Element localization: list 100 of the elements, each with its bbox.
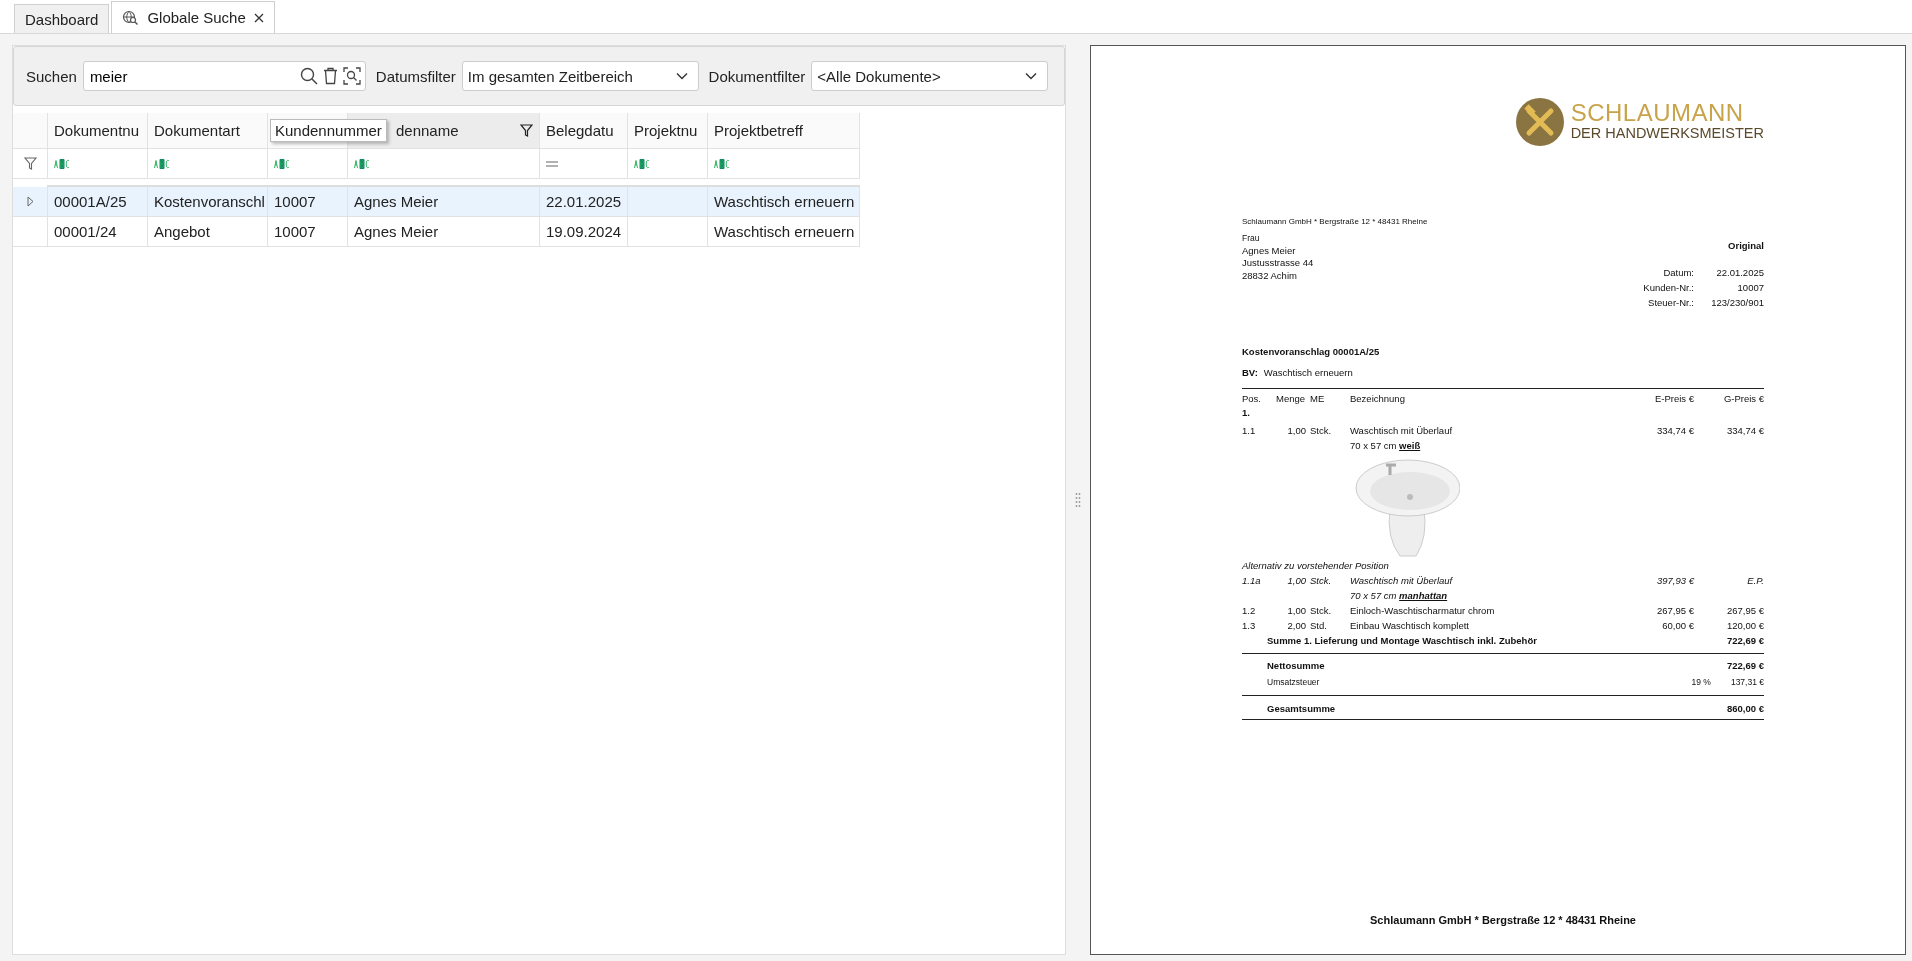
total-label: Nettosumme [1267,659,1326,673]
position-number: 1.2 [1242,604,1257,618]
document-filter-dropdown[interactable]: <Alle Dokumente> [811,61,1048,91]
total-price: 334,74 € [1726,424,1764,438]
column-heading: E-Preis € [1653,392,1694,406]
document-footer: Schlaumann GmbH * Bergstraße 12 * 48431 Rheine [1370,914,1636,926]
quantity: 1,00 [1286,424,1307,438]
filter-icon[interactable] [520,124,533,137]
subtotal-amount: 722,69 € [1727,634,1764,648]
close-icon[interactable] [253,12,264,23]
quantity: 1,00 [1286,604,1307,618]
scan-search-icon[interactable] [342,67,361,85]
tab[interactable]: Globale Suche [111,1,275,33]
column-heading: ME [1310,392,1326,406]
table-cell: Kostenvoranschl [154,193,265,210]
meta-label: Datum: [1663,266,1694,280]
meta-label: Steuer-Nr.: [1648,296,1694,310]
table-cell: 10007 [274,223,316,240]
meta-value: 123/230/901 [1710,296,1764,310]
quantity: 2,00 [1286,619,1307,633]
column-heading: Menge [1276,392,1307,406]
item-description: Einloch-Waschtischarmatur chrom [1350,604,1495,618]
text-filter-icon[interactable] [154,158,170,169]
total-price: 267,95 € [1726,604,1764,618]
total-amount: 137,31 € [1730,676,1764,689]
unit-price: 334,74 € [1656,424,1694,438]
table-cell: 10007 [274,193,316,210]
unit-price: 267,95 € [1656,604,1694,618]
table-cell: 22.01.2025 [546,193,622,210]
tax-rate: 19 % [1690,676,1711,689]
text-filter-icon[interactable] [714,158,730,169]
item-description: Waschtisch mit Überlauf [1350,574,1453,588]
item-description: 70 x 57 cm manhattan [1350,589,1448,603]
unit: Stck. [1310,604,1333,618]
tools-logo-icon [1514,97,1565,147]
total-price: 120,00 € [1726,619,1764,633]
grip-icon[interactable] [1075,493,1081,507]
text-filter-icon[interactable] [54,158,70,169]
text-filter-icon[interactable] [274,158,290,169]
total-amount: 860,00 € [1727,702,1764,716]
tab[interactable]: Dashboard [14,4,110,33]
globe-search-icon [122,10,140,25]
unit-price: 60,00 € [1661,619,1694,633]
table-cell: Waschtisch erneuern [714,193,855,210]
trash-icon[interactable] [322,67,338,85]
search-icon[interactable] [299,67,318,85]
subtotal-label: Summe 1. Lieferung und Montage Waschtisch inkl. Zubehör [1267,634,1537,648]
meta-label: Kunden-Nr.: [1643,281,1694,295]
row-indicator-icon [26,196,34,207]
quantity: 1,00 [1286,574,1307,588]
search-label: Suchen [26,67,77,85]
item-description: Waschtisch mit Überlauf [1350,424,1453,438]
table-cell: Angebot [154,223,210,240]
document-title: Kostenvoranschlag 00001A/25 [1242,346,1381,357]
text-filter-icon[interactable] [354,158,370,169]
date-filter-dropdown[interactable]: Im gesamten Zeitbereich [461,61,699,91]
address-line: Agnes Meier [1242,244,1297,257]
document-filter-label: Dokumentfilter [708,67,806,85]
search-field[interactable]: meier [82,61,366,91]
text-filter-icon[interactable] [634,158,650,169]
position-number: 1.3 [1242,619,1257,633]
total-price: E.P. [1746,574,1764,588]
total-amount: 722,69 € [1727,659,1764,673]
table-cell: Waschtisch erneuern [714,223,855,240]
total-label: Umsatzsteuer [1267,676,1321,689]
item-description: Einbau Waschtisch komplett [1350,619,1469,633]
column-heading: Pos. [1242,392,1262,406]
address-line: Frau [1242,232,1261,245]
address-line: Justusstrasse 44 [1242,257,1314,270]
column-heading: G-Preis € [1722,392,1764,406]
logo-subtitle: DER HANDWERKSMEISTER [1570,125,1764,143]
group-number: 1. [1242,406,1251,420]
bv-label: BV: [1242,367,1258,378]
unit: Stck. [1310,424,1333,438]
table-cell: 19.09.2024 [546,223,622,240]
logo-title: SCHLAUMANN [1570,101,1745,126]
unit: Stck. [1310,574,1333,588]
position-number: 1.1a [1242,574,1262,588]
unit: Std. [1310,619,1328,633]
chevron-down-icon [1025,72,1037,80]
position-number: 1.1 [1242,424,1257,438]
table-cell: Agnes Meier [354,193,439,210]
meta-value: 22.01.2025 [1715,266,1764,280]
date-filter-label: Datumsfilter [375,67,456,85]
meta-value: 10007 [1736,281,1764,295]
tooltip: Kundennummer [270,119,387,142]
bv-value: Waschtisch erneuern [1263,367,1353,378]
total-label: Gesamtsumme [1267,702,1337,716]
chevron-down-icon [675,72,688,80]
copy-label: Original [1728,240,1764,251]
column-heading: Bezeichnung [1350,392,1406,406]
sender-line: Schlaumann GmbH * Bergstraße 12 * 48431 Rheine [1242,217,1429,226]
table-cell: Agnes Meier [354,223,439,240]
alternative-note: Alternativ zu vorstehender Position [1242,559,1390,573]
address-line: 28832 Achim [1242,269,1298,282]
table-row[interactable]: 00001/24 Angebot 10007 Agnes Meier 19.09.2024 Waschtisch erneuern [13,217,860,247]
unit-price: 397,93 € [1656,574,1694,588]
table-row[interactable]: 00001A/25 Kostenvoranschl 10007 Agnes Meier 22.01.2025 Waschtisch erneuern [13,187,860,217]
table-cell: 00001/24 [54,223,117,240]
item-description: 70 x 57 cm weiß [1350,439,1421,453]
